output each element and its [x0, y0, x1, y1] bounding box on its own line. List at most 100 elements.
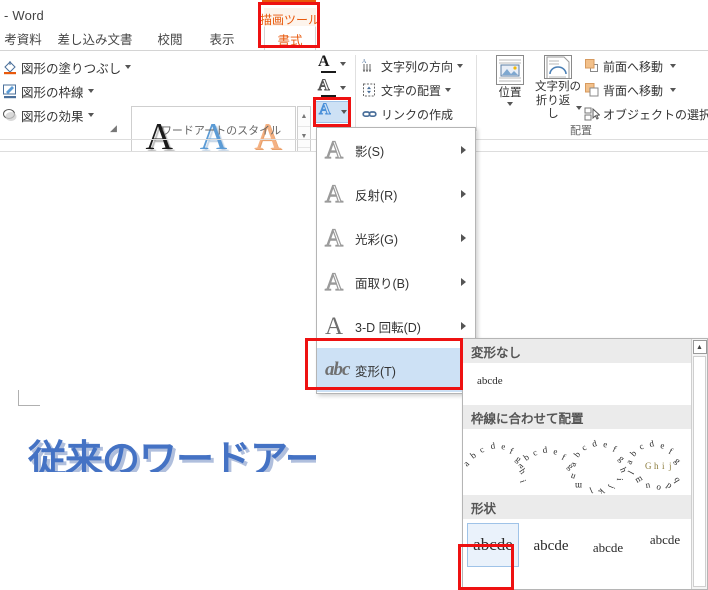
- submenu-scroll-track[interactable]: [693, 356, 706, 587]
- menu-item-label: 影(S): [355, 144, 385, 159]
- bevel-A-icon: A: [324, 268, 344, 296]
- svg-text:c: c: [531, 447, 538, 458]
- warp-triangle-down[interactable]: abcde: [582, 533, 634, 563]
- svg-text:G: G: [645, 461, 652, 471]
- text-effects-glyph: A: [319, 101, 332, 118]
- tab-3[interactable]: 表示: [200, 26, 244, 51]
- submenu-scroll-up-button[interactable]: ▲: [692, 340, 707, 354]
- send-backward-button[interactable]: 背面へ移動: [584, 79, 677, 101]
- warp-chevron-up[interactable]: abcde: [639, 525, 691, 555]
- svg-text:f: f: [508, 446, 515, 456]
- align-text-icon: [363, 83, 375, 97]
- chevron-down-icon[interactable]: [576, 105, 582, 110]
- svg-text:k: k: [596, 487, 607, 495]
- svg-text:m: m: [633, 473, 644, 485]
- wordart-group-label: ワードアートのスタイル: [160, 125, 282, 137]
- svg-text:n: n: [569, 471, 577, 482]
- align-text-button[interactable]: 文字の配置: [362, 79, 452, 101]
- text-effects-button[interactable]: A: [314, 101, 350, 123]
- svg-text:b: b: [628, 448, 639, 458]
- svg-text:i: i: [518, 478, 528, 484]
- chevron-down-icon[interactable]: [507, 102, 513, 107]
- submenu-arrow-icon: [461, 234, 466, 242]
- shape-fill-button[interactable]: 図形の塗りつぶし: [2, 55, 132, 79]
- menu-item-reflection-A[interactable]: A 反射(R): [317, 172, 475, 216]
- pen-outline-icon: [3, 84, 16, 99]
- svg-text:f: f: [611, 444, 618, 454]
- svg-text:e: e: [553, 446, 559, 457]
- submenu-arrow-icon: [461, 322, 466, 330]
- text-fill-glyph: A: [318, 53, 330, 70]
- section-header-warp: 形状: [463, 495, 692, 519]
- svg-text:d: d: [591, 438, 599, 449]
- text-fill-color-bar: [321, 71, 336, 73]
- svg-text:i: i: [615, 478, 625, 481]
- wrap-text-label-2: 折り返し: [535, 94, 571, 120]
- wrap-text-label-1: 文字列の: [535, 81, 581, 94]
- shape-effects-label: 図形の効果: [21, 109, 84, 124]
- menu-item-label: 変形(T): [355, 364, 396, 379]
- warp-triangle-up[interactable]: abcde: [525, 529, 577, 563]
- ribbon-tab-row: 考資料 差し込み文書 校閲 表示 書式: [0, 26, 708, 51]
- chevron-down-icon[interactable]: [340, 62, 346, 66]
- chevron-down-icon[interactable]: [670, 88, 677, 92]
- menu-item-bevel-A[interactable]: A 面取り(B): [317, 260, 475, 304]
- chevron-down-icon[interactable]: [670, 64, 677, 68]
- chevron-down-icon[interactable]: [125, 65, 132, 69]
- paint-bucket-icon: [4, 61, 16, 75]
- svg-text:b: b: [522, 452, 532, 463]
- svg-text:a: a: [515, 461, 525, 471]
- chevron-down-icon[interactable]: [341, 110, 347, 114]
- chevron-down-icon[interactable]: [445, 88, 452, 92]
- no-transform-row: abcde: [463, 363, 692, 405]
- arrange-group-label: 配置: [570, 125, 592, 137]
- chevron-down-icon[interactable]: [457, 64, 464, 68]
- tab-2[interactable]: 校閲: [148, 26, 192, 51]
- transform-gallery-viewport: 変形なし abcde 枠線に合わせて配置 a b c d e f g h i a…: [463, 339, 692, 589]
- chevron-down-icon[interactable]: [87, 113, 94, 117]
- create-link-button[interactable]: リンクの作成: [362, 103, 453, 125]
- svg-text:g: g: [673, 456, 684, 466]
- submenu-scrollbar[interactable]: ▲: [691, 339, 707, 589]
- text-effects-dropdown-menu[interactable]: A 影(S) A 反射(R) A 光彩(G) A 面取り(B) A 3-D 回転(D) abc 変形(…: [316, 127, 476, 394]
- menu-item-glow-A[interactable]: A 光彩(G): [317, 216, 475, 260]
- svg-text:c: c: [478, 444, 485, 455]
- align-text-label: 文字の配置: [381, 83, 442, 98]
- follow-path-arc-up: a: [463, 459, 471, 469]
- tab-1[interactable]: 差し込み文書: [52, 26, 138, 51]
- wordart-text[interactable]: 従来のワードアート: [28, 428, 316, 472]
- warp-square[interactable]: abcde: [467, 523, 519, 567]
- bring-forward-button[interactable]: 前面へ移動: [584, 55, 677, 77]
- rotate3d-A-icon: A: [325, 312, 344, 340]
- menu-item-rotate3d-A[interactable]: A 3-D 回転(D): [317, 304, 475, 348]
- text-direction-button[interactable]: A 文字列の方向: [362, 55, 464, 77]
- send-backward-label: 背面へ移動: [603, 83, 664, 98]
- menu-item-transform-abc[interactable]: abc 変形(T): [317, 348, 475, 392]
- text-direction-icon: A: [362, 59, 372, 72]
- chevron-down-icon[interactable]: [87, 89, 94, 93]
- no-transform-abcde[interactable]: abcde: [477, 375, 503, 387]
- shape-effects-icon: [3, 109, 17, 121]
- group-divider-text: [355, 55, 356, 131]
- text-margin-corner-mark: [18, 390, 40, 406]
- svg-text:m: m: [575, 481, 582, 491]
- shape-styles-dialog-launcher[interactable]: ◢: [110, 123, 117, 134]
- wordart-object-area[interactable]: 従来のワードアート: [0, 412, 316, 472]
- ribbon: 図形の塗りつぶし 図形の枠線 図形の効果 ◢ A A A ▲ ▼ ▤ A: [0, 51, 708, 168]
- shadow-A-icon: A: [324, 136, 344, 164]
- transform-gallery-submenu[interactable]: 変形なし abcde 枠線に合わせて配置 a b c d e f g h i a…: [462, 338, 708, 590]
- text-fill-button[interactable]: A: [314, 53, 350, 75]
- warp-row: abcde abcde abcde abcde: [463, 519, 692, 579]
- bring-forward-label: 前面へ移動: [603, 59, 664, 74]
- svg-text:q: q: [672, 475, 683, 485]
- chevron-down-icon[interactable]: [340, 86, 346, 90]
- wrap-text-button[interactable]: 文字列の 折り返し: [534, 55, 582, 121]
- tab-format[interactable]: 書式: [264, 26, 316, 51]
- selection-pane-icon: [584, 107, 600, 121]
- tab-0[interactable]: 考資料: [0, 26, 46, 51]
- position-button[interactable]: 位置: [486, 55, 534, 121]
- shape-effects-button[interactable]: 図形の効果: [2, 103, 94, 127]
- text-outline-button[interactable]: A: [314, 77, 350, 99]
- shape-outline-button[interactable]: 図形の枠線: [2, 79, 94, 103]
- menu-item-shadow-A[interactable]: A 影(S): [317, 128, 475, 172]
